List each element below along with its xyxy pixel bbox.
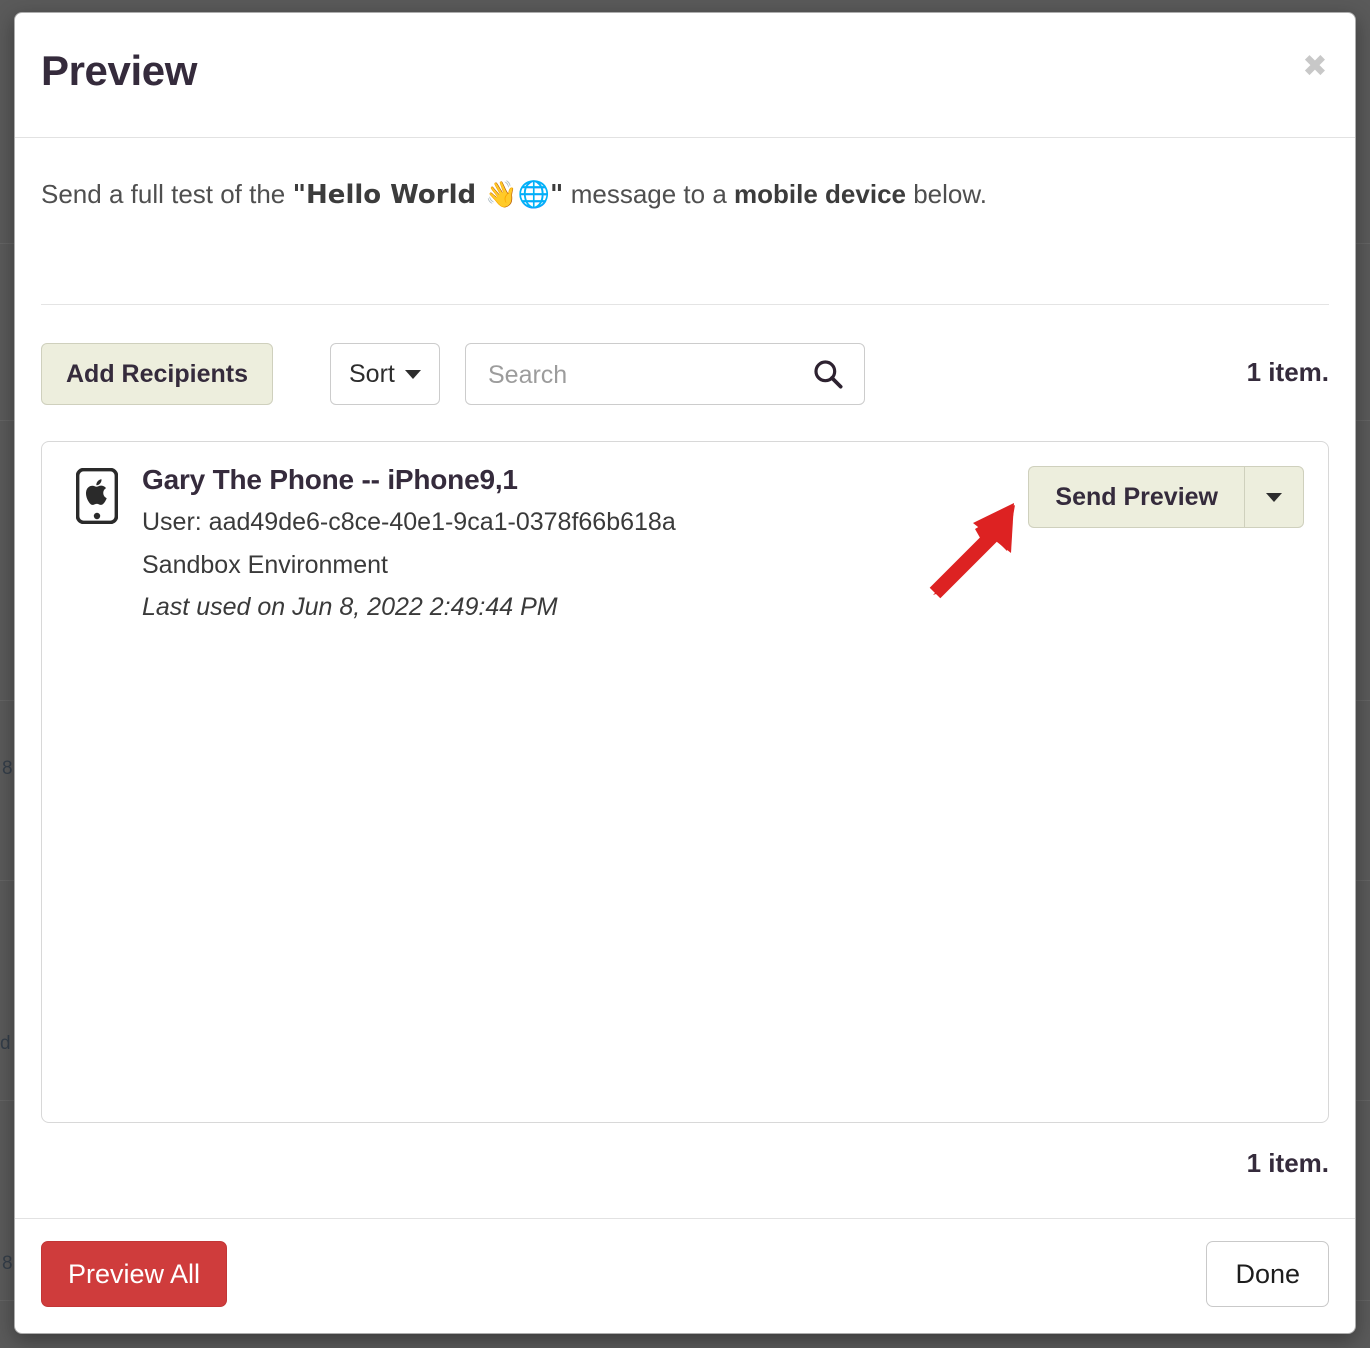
- list-toolbar: Add Recipients Sort 1 item.: [41, 343, 1329, 406]
- divider: [41, 304, 1329, 305]
- intro-middle: message to a: [563, 179, 735, 209]
- done-button[interactable]: Done: [1206, 1241, 1329, 1307]
- preview-modal: Preview ✖ Send a full test of the "Hello…: [14, 12, 1356, 1334]
- background-cell: 8: [2, 1253, 13, 1274]
- device-user-id: User: aad49de6-c8ce-40e1-9ca1-0378f66b61…: [142, 508, 676, 536]
- intro-suffix: below.: [906, 179, 987, 209]
- item-count-bottom: 1 item.: [1246, 1148, 1329, 1178]
- device-name: Gary The Phone -- iPhone9,1: [142, 464, 518, 495]
- list-item: Gary The Phone -- iPhone9,1 User: aad49d…: [42, 442, 1328, 664]
- close-icon[interactable]: ✖: [1297, 49, 1333, 85]
- recipient-list: Gary The Phone -- iPhone9,1 User: aad49d…: [41, 441, 1329, 1123]
- add-recipients-button[interactable]: Add Recipients: [41, 343, 273, 405]
- iphone-apple-icon: [76, 468, 118, 524]
- intro-message-name: "Hello World 👋🌐": [292, 180, 564, 210]
- modal-footer: Preview All Done: [15, 1218, 1355, 1333]
- search-field-wrapper[interactable]: [465, 343, 865, 406]
- caret-down-icon: [404, 369, 421, 379]
- sort-button[interactable]: Sort: [330, 343, 440, 405]
- send-preview-group: Send Preview: [1028, 466, 1304, 528]
- intro-prefix: Send a full test of the: [41, 179, 293, 209]
- modal-body: Send a full test of the "Hello World 👋🌐"…: [15, 138, 1355, 1218]
- search-icon[interactable]: [812, 358, 844, 390]
- intro-text: Send a full test of the "Hello World 👋🌐"…: [41, 173, 1221, 216]
- send-preview-button[interactable]: Send Preview: [1028, 466, 1244, 528]
- page-title: Preview: [41, 47, 197, 94]
- item-count-top: 1 item.: [1246, 357, 1329, 387]
- sort-button-label: Sort: [349, 359, 395, 388]
- background-cell: d: [0, 1033, 11, 1054]
- background-cell: 8: [2, 758, 13, 779]
- device-environment: Sandbox Environment: [142, 551, 388, 579]
- modal-header: Preview ✖: [15, 13, 1355, 138]
- send-preview-dropdown-button[interactable]: [1244, 466, 1304, 528]
- caret-down-icon: [1266, 492, 1282, 502]
- intro-target: mobile device: [734, 179, 906, 209]
- device-last-used: Last used on Jun 8, 2022 2:49:44 PM: [142, 593, 558, 621]
- search-input[interactable]: [486, 344, 800, 406]
- device-info: Gary The Phone -- iPhone9,1 User: aad49d…: [142, 460, 676, 628]
- preview-all-button[interactable]: Preview All: [41, 1241, 228, 1307]
